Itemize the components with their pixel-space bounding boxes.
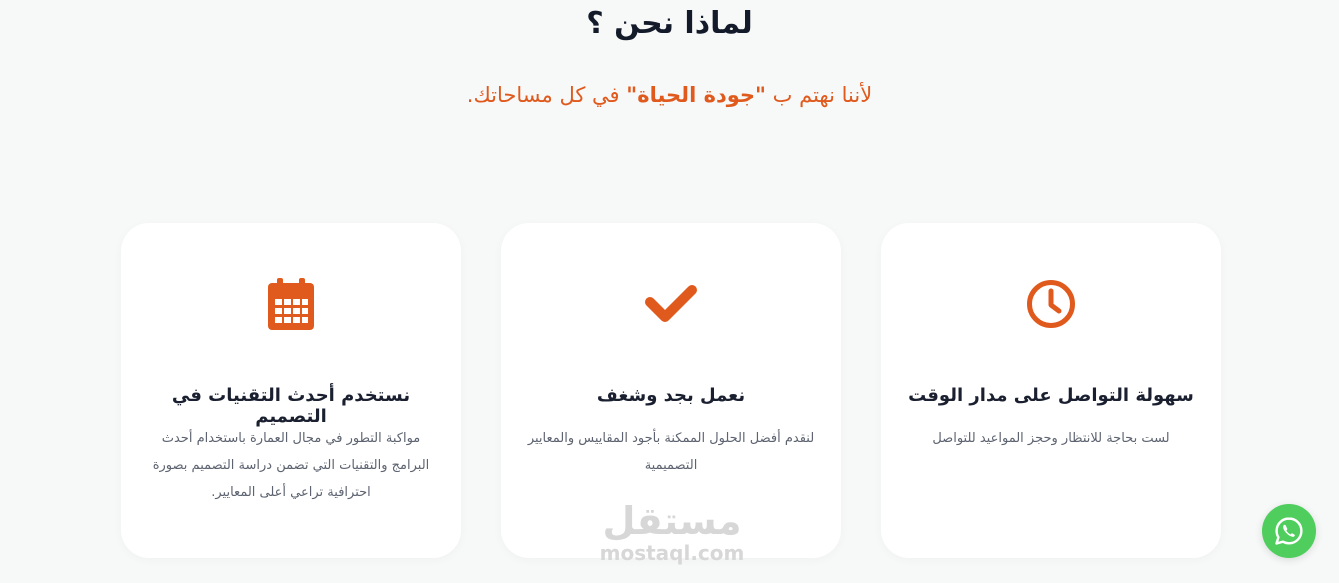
subtitle-text-end: في كل مساحاتك. [466,83,627,107]
why-us-section: لماذا نحن ؟ لأننا نهتم ب "جودة الحياة" ف… [0,0,1339,583]
subtitle-highlight: "جودة الحياة" [626,83,766,107]
section-title: لماذا نحن ؟ [586,6,753,41]
card-description: لنقدم أفضل الحلول الممكنة بأجود المقاييس… [527,431,815,473]
feature-card-technology: نستخدم أحدث التقنيات في التصميم مواكبة ا… [121,223,461,558]
card-description: مواكبة التطور في مجال العمارة باستخدام أ… [152,431,430,500]
section-subtitle: لأننا نهتم ب "جودة الحياة" في كل مساحاتك… [0,83,1339,107]
feature-card-passion: نعمل بجد وشغف لنقدم أفضل الحلول الممكنة … [501,223,841,558]
card-title: سهولة التواصل على مدار الوقت [908,385,1194,406]
card-title: نعمل بجد وشغف [596,385,746,406]
checkmark-icon [501,275,841,333]
card-title: نستخدم أحدث التقنيات في التصميم [171,385,411,427]
calendar-icon [121,275,461,333]
clock-icon [881,275,1221,333]
card-description: لست بحاجة للانتظار وحجز المواعيد للتواصل [932,431,1170,446]
feature-card-communication: سهولة التواصل على مدار الوقت لست بحاجة ل… [881,223,1221,558]
whatsapp-icon [1275,517,1303,545]
subtitle-text-start: لأننا نهتم ب [766,83,873,107]
whatsapp-button[interactable] [1262,504,1316,558]
